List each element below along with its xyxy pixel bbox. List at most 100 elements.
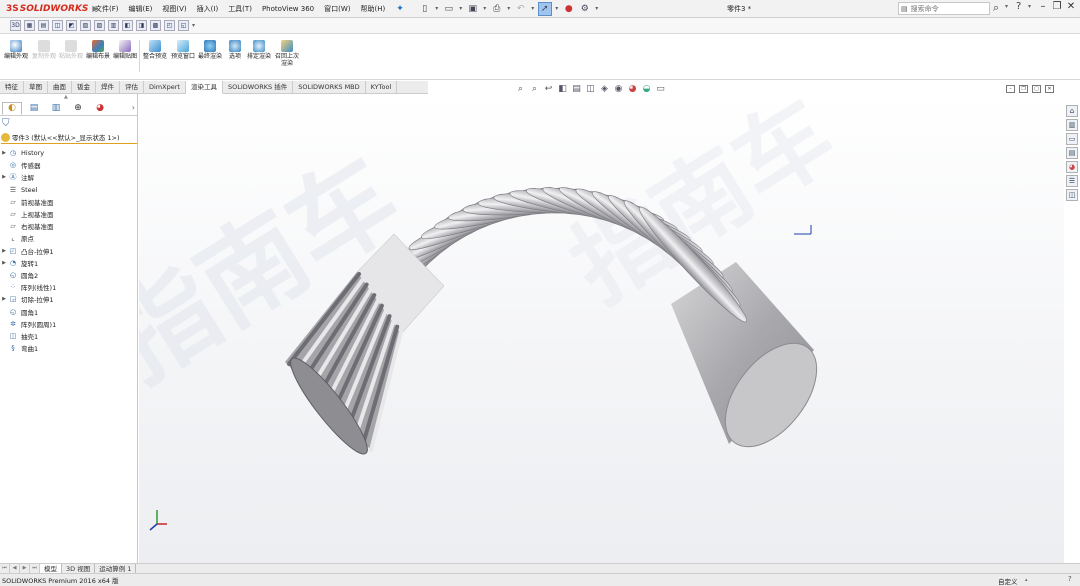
expand-arrow-icon[interactable]: ▶	[0, 174, 8, 180]
close-icon[interactable]: ✕	[1064, 1, 1078, 12]
toolbar-icon-12[interactable]: ◱	[178, 20, 189, 31]
tree-node-front-plane[interactable]: ▱ 前视基准面	[0, 196, 138, 208]
first-tab-arrow-icon[interactable]: ⏮	[0, 564, 10, 573]
3d-view-icon[interactable]: 3D	[10, 20, 21, 31]
edit-scene-button[interactable]: 编辑布景	[86, 40, 110, 60]
tree-node-annotations[interactable]: ▶ Ⓐ 注解	[0, 171, 138, 183]
viewport-close-icon[interactable]: ✕	[1045, 85, 1054, 93]
view-palette-icon[interactable]: ▤	[1066, 147, 1078, 159]
last-tab-arrow-icon[interactable]: ⏭	[30, 564, 40, 573]
file-explorer-icon[interactable]: ▭	[1066, 133, 1078, 145]
toolbar-icon-9[interactable]: ◨	[136, 20, 147, 31]
next-tab-arrow-icon[interactable]: ▶	[20, 564, 30, 573]
tree-node-revolve1[interactable]: ▶ ◔ 旋转1	[0, 257, 138, 269]
zoom-to-area-icon[interactable]: ⌕	[529, 84, 540, 94]
tab-render-tools[interactable]: 渲染工具	[185, 81, 223, 94]
tree-node-shell1[interactable]: ◫ 抽壳1	[0, 330, 138, 342]
edit-decal-button[interactable]: 编辑贴图	[113, 40, 137, 60]
preview-window-button[interactable]: 预览窗口	[171, 40, 195, 60]
dynamic-annotation-icon[interactable]: ▤	[571, 84, 582, 94]
units-dropdown-icon[interactable]: ▴	[1025, 577, 1028, 583]
prev-tab-arrow-icon[interactable]: ◀	[10, 564, 20, 573]
edit-appearance-button[interactable]: 编辑外观	[4, 40, 28, 60]
dimxpert-manager-tab-icon[interactable]: ⊕	[68, 102, 88, 115]
tree-root-part[interactable]: 零件3 (默认<<默认>_显示状态 1>)	[1, 131, 137, 144]
tree-node-cut-extrude1[interactable]: ▶ ◲ 切除-拉伸1	[0, 293, 138, 305]
toolbar-dropdown-icon[interactable]: ▾	[192, 22, 195, 29]
hide-show-items-icon[interactable]: ◉	[613, 84, 624, 94]
toolbar-icon-10[interactable]: ▩	[150, 20, 161, 31]
final-render-button[interactable]: 最终渲染	[198, 40, 222, 60]
tree-node-circular-pattern1[interactable]: ✲ 阵列(圆周)1	[0, 318, 138, 330]
search-icon[interactable]: ⌕	[993, 1, 999, 15]
panel-collapse-handle[interactable]: ▲	[64, 94, 68, 100]
design-library-icon[interactable]: ▥	[1066, 119, 1078, 131]
property-manager-tab-icon[interactable]: ▤	[24, 102, 44, 115]
toolbar-icon-1[interactable]: ▦	[24, 20, 35, 31]
tab-3d-views[interactable]: 3D 视图	[62, 563, 96, 574]
forum-icon[interactable]: ◫	[1066, 189, 1078, 201]
help-dropdown-icon[interactable]: ▾	[1028, 3, 1031, 10]
print-icon[interactable]: ⎙	[490, 2, 504, 16]
tab-motion-study[interactable]: 运动算例 1	[95, 563, 137, 574]
zoom-to-fit-icon[interactable]: ⌕	[515, 84, 526, 94]
custom-properties-icon[interactable]: ☰	[1066, 175, 1078, 187]
open-folder-icon[interactable]: ▭	[442, 2, 456, 16]
traffic-light-icon[interactable]: ●	[562, 2, 576, 16]
tree-node-right-plane[interactable]: ▱ 右视基准面	[0, 220, 138, 232]
help-status-icon[interactable]: ?	[1068, 575, 1072, 583]
tab-features[interactable]: 特征	[0, 81, 24, 94]
help-icon[interactable]: ?	[1016, 1, 1021, 12]
tab-kytool[interactable]: KYTool	[366, 81, 398, 94]
model-viewport[interactable]: 指南车 指南车	[139, 94, 1064, 563]
appearances-scenes-icon[interactable]: ◕	[1066, 161, 1078, 173]
menu-insert[interactable]: 插入(I)	[192, 0, 224, 18]
search-box[interactable]: ▤	[898, 2, 990, 15]
print-dropdown-icon[interactable]: ▾	[506, 2, 512, 16]
toolbar-icon-3[interactable]: ◫	[52, 20, 63, 31]
tree-node-sensors[interactable]: ◎ 传感器	[0, 159, 138, 171]
new-dropdown-icon[interactable]: ▾	[434, 2, 440, 16]
menu-window[interactable]: 窗口(W)	[319, 0, 355, 18]
filter-icon[interactable]: ⛉	[2, 118, 10, 129]
viewport-minimize-icon[interactable]: –	[1006, 85, 1015, 93]
previous-view-icon[interactable]: ↩	[543, 84, 554, 94]
copy-appearance-button[interactable]: 复制外观	[32, 40, 56, 60]
display-manager-tab-icon[interactable]: ◕	[90, 102, 110, 115]
graphics-area[interactable]: 指南车 指南车	[139, 94, 1064, 563]
manager-tabs-chevron-icon[interactable]: ›	[132, 103, 135, 112]
menu-help[interactable]: 帮助(H)	[356, 0, 391, 18]
menu-photoview[interactable]: PhotoView 360	[257, 0, 319, 18]
menu-tools[interactable]: 工具(T)	[223, 0, 257, 18]
pin-menu-icon[interactable]: ✦	[396, 4, 404, 14]
toolbar-icon-8[interactable]: ◧	[122, 20, 133, 31]
open-dropdown-icon[interactable]: ▾	[458, 2, 464, 16]
tab-solidworks-addins[interactable]: SOLIDWORKS 插件	[223, 81, 294, 94]
new-document-icon[interactable]: ▯	[418, 2, 432, 16]
toolbar-icon-6[interactable]: ▨	[94, 20, 105, 31]
tree-node-material[interactable]: ☰ Steel	[0, 184, 138, 196]
toolbar-icon-2[interactable]: ▤	[38, 20, 49, 31]
tree-node-origin[interactable]: ⌞ 原点	[0, 232, 138, 244]
tab-solidworks-mbd[interactable]: SOLIDWORKS MBD	[293, 81, 366, 94]
view-settings-icon[interactable]: ▭	[655, 84, 666, 94]
custom-units-label[interactable]: 自定义	[998, 576, 1018, 586]
undo-icon[interactable]: ↶	[514, 2, 528, 16]
viewport-restore-icon[interactable]: ❐	[1019, 85, 1028, 93]
tree-node-top-plane[interactable]: ▱ 上视基准面	[0, 208, 138, 220]
apply-scene-icon[interactable]: ◒	[641, 84, 652, 94]
view-orientation-icon[interactable]: ◫	[585, 84, 596, 94]
tab-sketch[interactable]: 草图	[24, 81, 48, 94]
tab-sheet-metal[interactable]: 钣金	[72, 81, 96, 94]
toolbar-icon-4[interactable]: ◩	[66, 20, 77, 31]
save-dropdown-icon[interactable]: ▾	[482, 2, 488, 16]
tree-node-linear-pattern1[interactable]: ⁘ 阵列(线性)1	[0, 281, 138, 293]
expand-arrow-icon[interactable]: ▶	[0, 260, 8, 266]
tab-surfaces[interactable]: 曲面	[48, 81, 72, 94]
menu-edit[interactable]: 编辑(E)	[124, 0, 158, 18]
toolbar-icon-5[interactable]: ▧	[80, 20, 91, 31]
section-view-icon[interactable]: ◧	[557, 84, 568, 94]
integrated-preview-button[interactable]: 整合预览	[143, 40, 167, 60]
search-input[interactable]	[910, 4, 981, 13]
expand-arrow-icon[interactable]: ▶	[0, 248, 8, 254]
